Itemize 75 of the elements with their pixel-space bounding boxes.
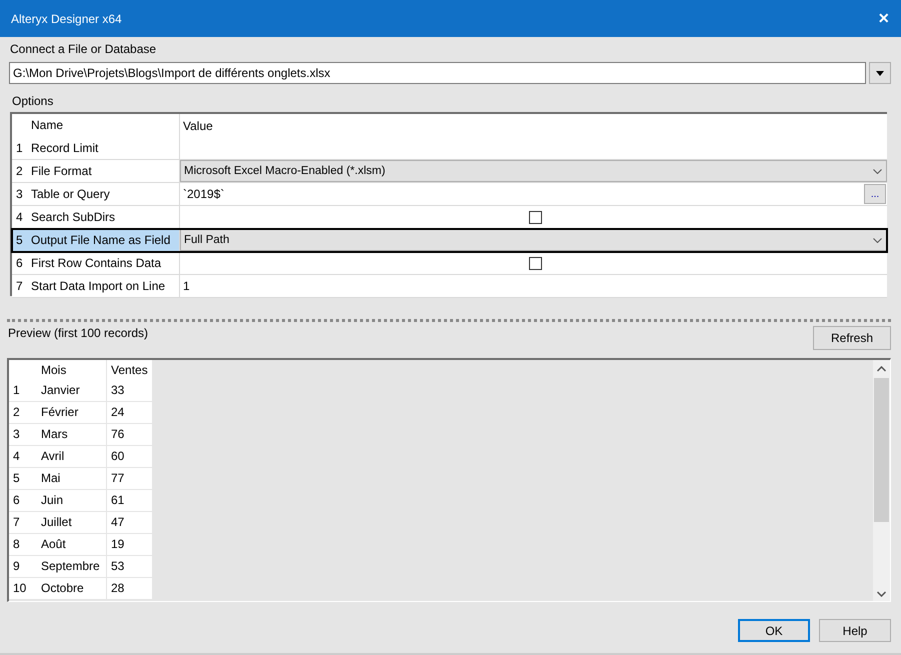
scroll-down-icon[interactable] [877,591,886,597]
table-cell: Mai [37,468,107,489]
scrollbar-thumb[interactable] [874,378,889,522]
option-row[interactable]: 5 Output File Name as Field Full Path [12,229,887,252]
chevron-icon [873,238,882,242]
scroll-up-icon[interactable] [877,366,886,372]
checkbox[interactable] [528,210,542,224]
close-button[interactable]: × [874,8,893,29]
row-number: 7 [15,278,24,295]
table-cell-text: 60 [110,448,126,465]
row-number: 1 [15,140,24,157]
table-cell: Janvier [37,380,107,401]
chevron-icon [873,168,882,174]
column-header: Ventes [110,362,149,379]
option-row[interactable]: 3 Table or Query `2019$` ... [12,183,887,206]
row-number: 4 [12,448,21,465]
option-name: First Row Contains Data [31,252,180,274]
option-row[interactable]: 4 Search SubDirs [12,206,887,229]
table-cell-text: 53 [110,558,126,575]
value-dropdown[interactable]: Full Path [180,229,887,251]
table-cell-text: 76 [110,426,126,443]
value-field[interactable]: 1 [183,275,190,297]
row-number: 5 [12,470,21,487]
value-field[interactable]: `2019$` [183,183,224,205]
option-row[interactable]: 2 File Format Microsoft Excel Macro-Enabled (*.xlsm) [12,160,887,183]
dropdown-button[interactable] [869,62,891,84]
preview-label: Preview (first 100 records) [8,326,148,340]
dialog-button[interactable]: Help [819,619,891,642]
file-path-field[interactable]: G:\Mon Drive\Projets\Blogs\Import de différents onglets.xlsx [9,62,866,84]
table-cell-text: 28 [110,580,126,597]
table-cell-text: 24 [110,404,126,421]
table-cell: Septembre [37,556,107,577]
table-cell-text: 33 [110,382,126,399]
column-header: Value [182,118,214,134]
table-cell-text: 47 [110,514,126,531]
option-name: Output File Name as Field [31,229,180,251]
row-number: 9 [12,558,21,575]
row-number: 6 [15,255,24,272]
window-title: Alteryx Designer x64 [11,12,122,26]
row-number: 2 [12,404,21,421]
row-number: 8 [12,536,21,553]
section-label: Connect a File or Database [9,41,158,58]
row-number: 4 [15,209,24,226]
dialog-button[interactable]: OK [738,619,810,642]
value-dropdown[interactable]: Microsoft Excel Macro-Enabled (*.xlsm) [180,160,887,182]
row-number: 1 [12,382,21,399]
option-row[interactable]: 1 Record Limit [12,137,887,160]
table-cell: Octobre [37,578,107,599]
row-number: 3 [12,426,21,443]
table-cell-text: 61 [110,492,126,509]
row-number: 2 [15,163,24,180]
section-label: Options [11,93,54,110]
table-cell: Mars [37,424,107,445]
table-cell: Juillet [37,512,107,533]
option-name: Table or Query [31,183,180,205]
table-cell: Juin [37,490,107,511]
table-cell: Août [37,534,107,555]
table-cell: Février [37,402,107,423]
dropdown-arrow-icon [876,70,884,76]
row-number: 6 [12,492,21,509]
row-number: 7 [12,514,21,531]
scrollbar[interactable] [873,360,890,601]
option-row[interactable]: 6 First Row Contains Data [12,252,887,275]
option-name: Record Limit [31,137,180,159]
table-cell-text: 77 [110,470,126,487]
checkbox[interactable] [528,256,542,270]
option-row[interactable]: 7 Start Data Import on Line 1 [12,275,887,298]
row-number: 3 [15,186,24,203]
table-cell: Avril [37,446,107,467]
table-cell-text: 19 [110,536,126,553]
option-name: Start Data Import on Line [31,275,180,297]
refresh-button[interactable]: Refresh [813,326,891,350]
browse-button[interactable]: ... [864,184,886,204]
row-number: 5 [12,229,31,251]
row-number: 10 [12,580,28,597]
